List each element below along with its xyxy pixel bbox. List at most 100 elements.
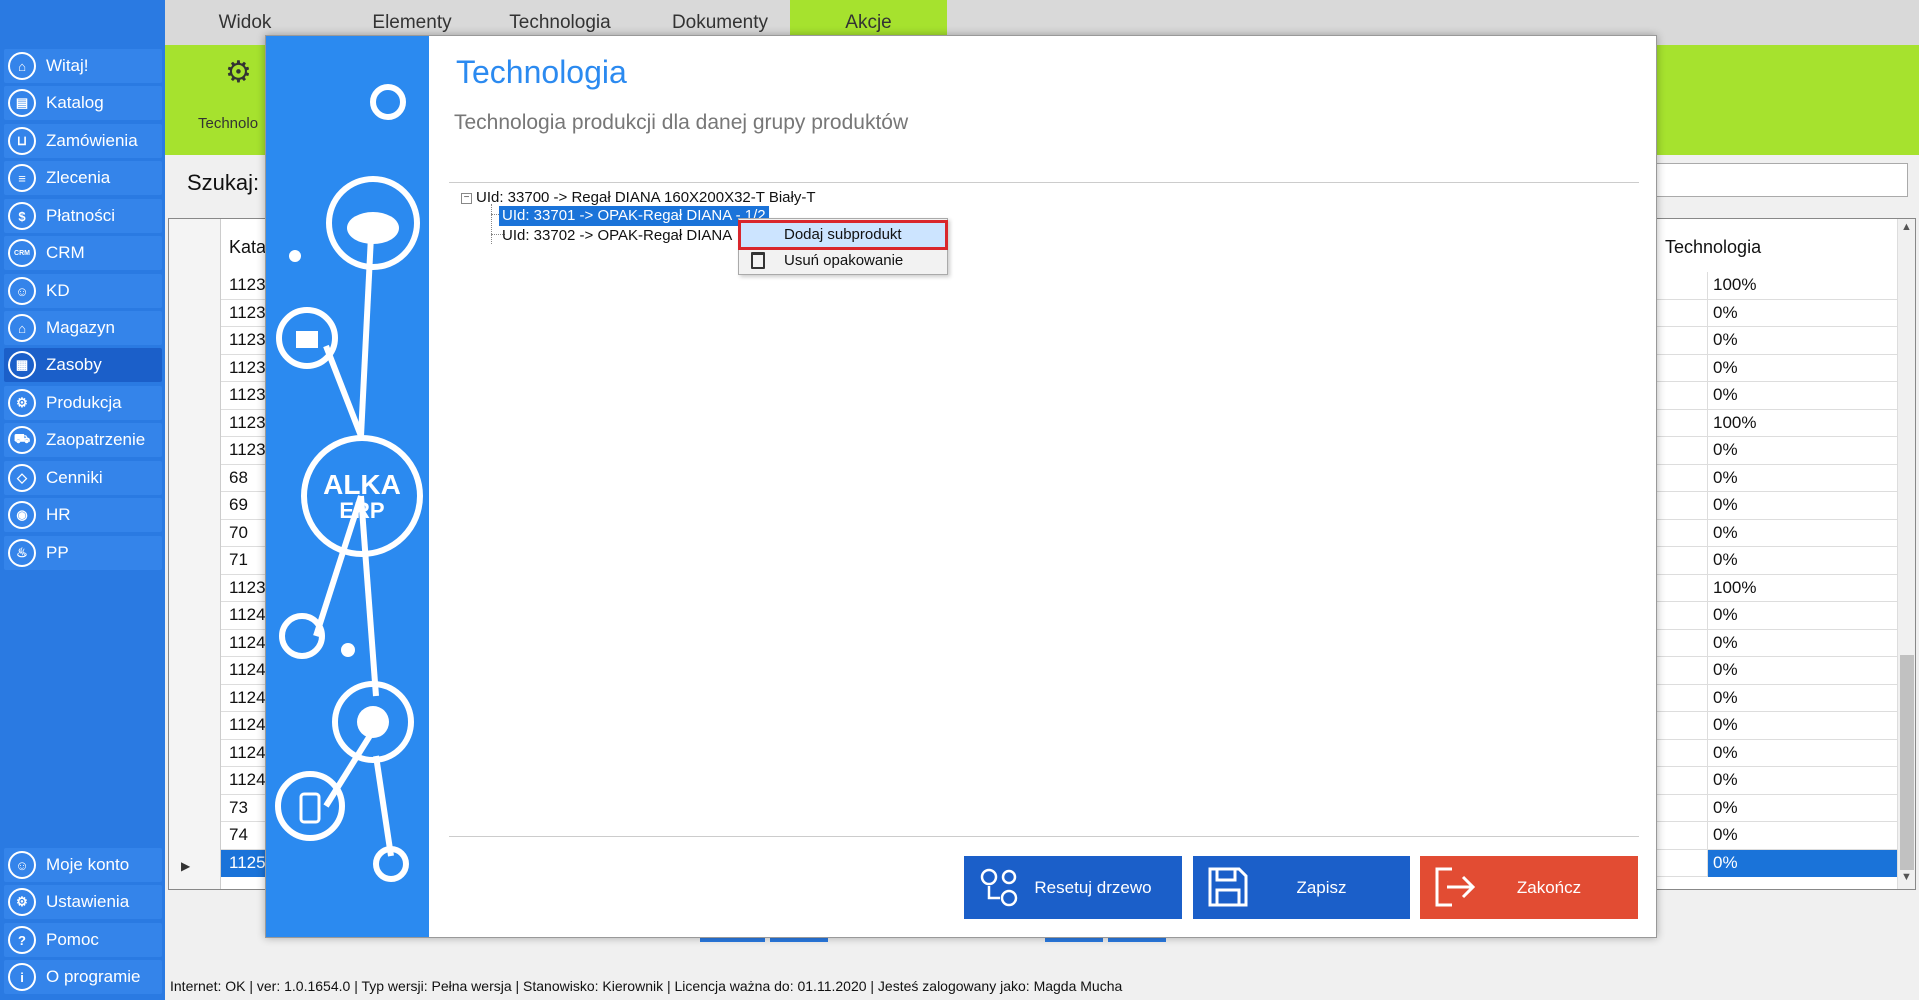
settings-icon: ⚙ [8, 888, 36, 916]
cell-katalog[interactable]: 1123 [229, 578, 266, 598]
cell-katalog[interactable]: 68 [229, 468, 248, 488]
cell-technologia[interactable]: 0% [1713, 440, 1738, 460]
cell-technologia[interactable]: 0% [1713, 688, 1738, 708]
dialog-brand-panel: ALKA ERP [266, 36, 429, 937]
tree-node-root[interactable]: UId: 33700 -> Regał DIANA 160X200X32-T B… [476, 188, 816, 208]
scroll-down-icon[interactable]: ▼ [1901, 871, 1912, 883]
cell-technologia[interactable]: 0% [1713, 798, 1738, 818]
cell-katalog[interactable]: 71 [229, 550, 248, 570]
sidebar-item-label: Magazyn [46, 318, 115, 337]
sidebar-item-pp[interactable]: ♨ PP [4, 536, 162, 570]
cell-technologia[interactable]: 0% [1713, 853, 1738, 873]
cell-katalog[interactable]: 1123 [229, 303, 266, 323]
sidebar-item-zamowienia[interactable]: ⊔ Zamówienia [4, 124, 162, 158]
cell-katalog[interactable]: 1124 [229, 688, 266, 708]
sidebar-item-label: Cenniki [46, 468, 103, 487]
cell-katalog[interactable]: 1123 [229, 413, 266, 433]
tree-node-child[interactable]: UId: 33702 -> OPAK-Regał DIANA [502, 226, 732, 246]
save-button[interactable]: Zapisz [1193, 856, 1410, 919]
cell-katalog[interactable]: 69 [229, 495, 248, 515]
cell-katalog[interactable]: 1123 [229, 275, 266, 295]
sidebar-item-zlecenia[interactable]: ≡ Zlecenia [4, 161, 162, 195]
cell-technologia[interactable]: 0% [1713, 660, 1738, 680]
help-icon: ? [8, 926, 36, 954]
cell-katalog[interactable]: 1124 [229, 605, 266, 625]
collapse-icon[interactable]: − [461, 193, 472, 204]
sidebar-item-zaopatrzenie[interactable]: ⛟ Zaopatrzenie [4, 423, 162, 457]
sidebar-item-zasoby[interactable]: ▦ Zasoby [4, 348, 162, 382]
cell-technologia[interactable]: 0% [1713, 385, 1738, 405]
book-icon: ▤ [8, 89, 36, 117]
menu-item-dodaj-subprodukt[interactable]: Dodaj subprodukt [738, 220, 948, 250]
resources-icon: ▦ [8, 351, 36, 379]
cell-katalog[interactable]: 1124 [229, 743, 266, 763]
cell-technologia[interactable]: 0% [1713, 825, 1738, 845]
cell-katalog[interactable]: 1124 [229, 660, 266, 680]
sidebar-item-pomoc[interactable]: ? Pomoc [4, 923, 162, 957]
sidebar-item-label: HR [46, 505, 71, 524]
sidebar-item-o-programie[interactable]: i O programie [4, 960, 162, 994]
cell-technologia[interactable]: 0% [1713, 468, 1738, 488]
scroll-up-icon[interactable]: ▲ [1901, 221, 1912, 233]
sidebar-item-hr[interactable]: ◉ HR [4, 498, 162, 532]
cell-katalog[interactable]: 1124 [229, 633, 266, 653]
sidebar-item-moje-konto[interactable]: ☺ Moje konto [4, 848, 162, 882]
cell-technologia[interactable]: 0% [1713, 550, 1738, 570]
tree-node-child-selected[interactable]: UId: 33701 -> OPAK-Regał DIANA - 1/2 [499, 206, 769, 226]
cell-technologia[interactable]: 0% [1713, 743, 1738, 763]
cell-technologia[interactable]: 0% [1713, 330, 1738, 350]
cell-katalog[interactable]: 1124 [229, 770, 266, 790]
status-bar: Internet: OK | ver: 1.0.1654.0 | Typ wer… [170, 978, 1123, 994]
sidebar-item-label: KD [46, 281, 70, 300]
menu-item-usun-opakowanie[interactable]: Usuń opakowanie [741, 249, 945, 273]
sidebar: ⌂ Witaj! ▤ Katalog ⊔ Zamówienia ≡ Zlecenia $… [0, 0, 165, 1000]
ribbon-technologia-label[interactable]: Technolo [198, 115, 258, 132]
cell-katalog[interactable]: 1123 [229, 358, 266, 378]
cell-katalog[interactable]: 1124 [229, 715, 266, 735]
sidebar-item-label: Płatności [46, 206, 115, 225]
close-button[interactable]: Zakończ [1420, 856, 1638, 919]
sidebar-item-platnosci[interactable]: $ Płatności [4, 199, 162, 233]
sidebar-item-label: Zasoby [46, 355, 102, 374]
sidebar-item-ustawienia[interactable]: ⚙ Ustawienia [4, 885, 162, 919]
column-header-katalog[interactable]: Kata [229, 237, 266, 258]
cell-technologia[interactable]: 100% [1713, 413, 1756, 433]
cart-icon: ⊔ [8, 127, 36, 155]
cell-technologia[interactable]: 0% [1713, 770, 1738, 790]
cell-katalog[interactable]: 1123 [229, 330, 266, 350]
cell-katalog[interactable]: 70 [229, 523, 248, 543]
sidebar-item-label: CRM [46, 243, 85, 262]
gears-icon[interactable]: ⚙ [225, 55, 252, 90]
sidebar-item-label: Moje konto [46, 855, 130, 874]
menu-item-label: Usuń opakowanie [784, 252, 904, 269]
cell-technologia[interactable]: 0% [1713, 495, 1738, 515]
list-icon: ≡ [8, 164, 36, 192]
cell-technologia[interactable]: 0% [1713, 605, 1738, 625]
cell-technologia[interactable]: 0% [1713, 715, 1738, 735]
sidebar-item-cenniki[interactable]: ◇ Cenniki [4, 461, 162, 495]
cell-technologia[interactable]: 0% [1713, 358, 1738, 378]
search-input[interactable] [1650, 163, 1908, 197]
cell-katalog[interactable]: 1123 [229, 440, 266, 460]
cell-katalog[interactable]: 1125 [229, 853, 266, 873]
sidebar-item-katalog[interactable]: ▤ Katalog [4, 86, 162, 120]
cell-technologia[interactable]: 0% [1713, 303, 1738, 323]
sidebar-item-witaj[interactable]: ⌂ Witaj! [4, 49, 162, 83]
sidebar-item-magazyn[interactable]: ⌂ Magazyn [4, 311, 162, 345]
cell-technologia[interactable]: 100% [1713, 578, 1756, 598]
cell-technologia[interactable]: 0% [1713, 633, 1738, 653]
reset-tree-button[interactable]: Resetuj drzewo [964, 856, 1182, 919]
sidebar-item-kd[interactable]: ☺ KD [4, 274, 162, 308]
column-header-technologia[interactable]: Technologia [1665, 237, 1761, 258]
cell-katalog[interactable]: 74 [229, 825, 248, 845]
cell-technologia[interactable]: 100% [1713, 275, 1756, 295]
pp-icon: ♨ [8, 539, 36, 567]
sidebar-item-crm[interactable]: CRM CRM [4, 236, 162, 270]
cell-technologia[interactable]: 0% [1713, 523, 1738, 543]
vertical-scrollbar[interactable]: ▲ ▼ [1897, 219, 1915, 889]
dialog-subtitle: Technologia produkcji dla danej grupy pr… [454, 111, 909, 134]
cell-katalog[interactable]: 1123 [229, 385, 266, 405]
cell-katalog[interactable]: 73 [229, 798, 248, 818]
scrollbar-thumb[interactable] [1900, 655, 1914, 870]
sidebar-item-produkcja[interactable]: ⚙ Produkcja [4, 386, 162, 420]
